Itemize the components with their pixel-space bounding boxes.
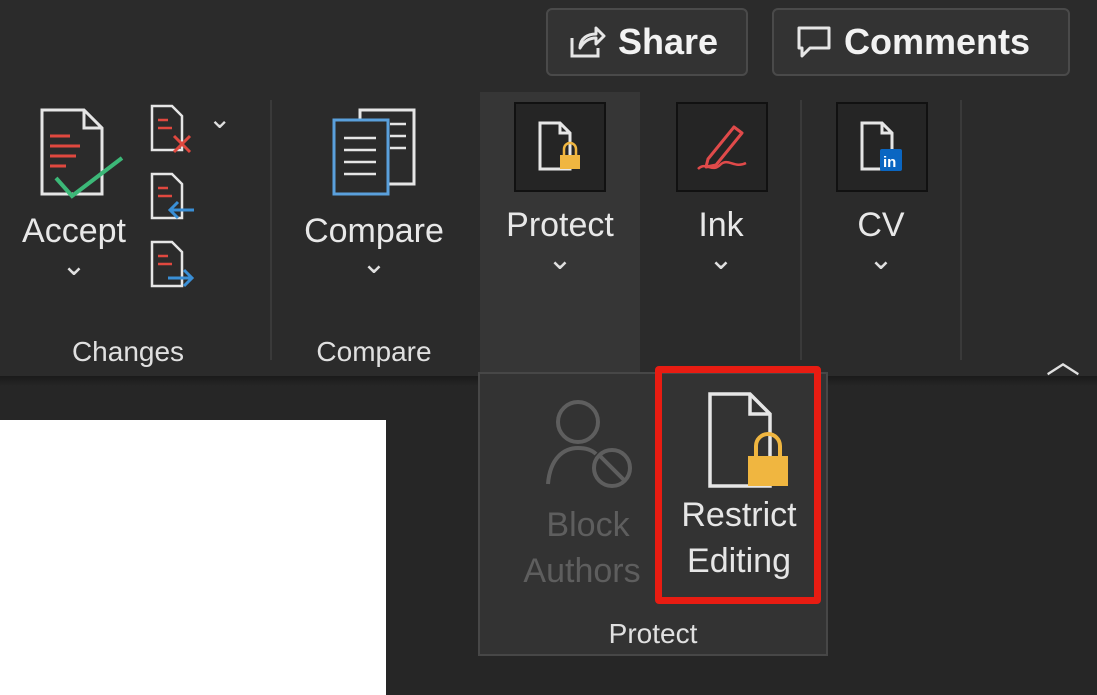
ink-button[interactable]: Ink ⌄ bbox=[660, 92, 782, 302]
compare-chevron-down-icon: ⌄ bbox=[361, 247, 387, 280]
compare-docs-icon bbox=[332, 108, 416, 196]
comments-button[interactable]: Comments bbox=[772, 8, 1070, 76]
separator bbox=[960, 100, 962, 360]
separator bbox=[800, 100, 802, 360]
document-page[interactable] bbox=[0, 420, 386, 695]
ink-icon-box bbox=[676, 102, 768, 192]
cv-icon-box: in bbox=[836, 102, 928, 192]
cv-button[interactable]: in CV ⌄ bbox=[820, 92, 942, 302]
protect-label: Protect bbox=[506, 206, 614, 244]
protect-icon-box bbox=[514, 102, 606, 192]
accept-button[interactable]: Accept ⌄ bbox=[14, 100, 134, 300]
accept-label: Accept bbox=[22, 212, 126, 250]
block-user-icon bbox=[546, 400, 632, 488]
next-change-icon[interactable] bbox=[150, 240, 196, 290]
protect-chevron-down-icon: ⌄ bbox=[547, 243, 573, 276]
pen-icon bbox=[697, 125, 747, 170]
lock-document-icon bbox=[538, 121, 580, 171]
share-button[interactable]: Share bbox=[546, 8, 748, 76]
cv-label: CV bbox=[857, 206, 905, 244]
comments-label: Comments bbox=[844, 21, 1031, 62]
accept-doc-icon bbox=[40, 108, 124, 199]
protect-group-label: Protect bbox=[608, 618, 698, 649]
compare-button[interactable]: Compare ⌄ bbox=[296, 100, 452, 300]
protect-button[interactable]: Protect ⌄ bbox=[480, 92, 640, 378]
comment-icon bbox=[797, 26, 831, 58]
separator bbox=[270, 100, 272, 360]
ink-chevron-down-icon: ⌄ bbox=[708, 243, 734, 276]
block-authors-label-line2: Authors bbox=[523, 552, 641, 590]
reject-chevron-down-icon[interactable]: ⌄ bbox=[208, 102, 231, 135]
ink-label: Ink bbox=[698, 206, 744, 244]
share-icon bbox=[570, 26, 606, 58]
restrict-editing-highlight bbox=[655, 366, 821, 604]
svg-text:in: in bbox=[883, 154, 896, 171]
changes-group-label: Changes bbox=[71, 336, 185, 367]
compare-group-label: Compare bbox=[316, 336, 432, 367]
accept-chevron-down-icon: ⌄ bbox=[61, 249, 87, 282]
reject-change-icon[interactable] bbox=[150, 104, 196, 156]
collapse-ribbon-icon[interactable]: ︿ bbox=[1046, 334, 1080, 383]
block-authors-button: Block Authors bbox=[490, 386, 660, 604]
share-label: Share bbox=[618, 21, 719, 62]
previous-change-icon[interactable] bbox=[150, 172, 196, 222]
linkedin-document-icon: in bbox=[860, 121, 902, 171]
cv-chevron-down-icon: ⌄ bbox=[868, 243, 894, 276]
